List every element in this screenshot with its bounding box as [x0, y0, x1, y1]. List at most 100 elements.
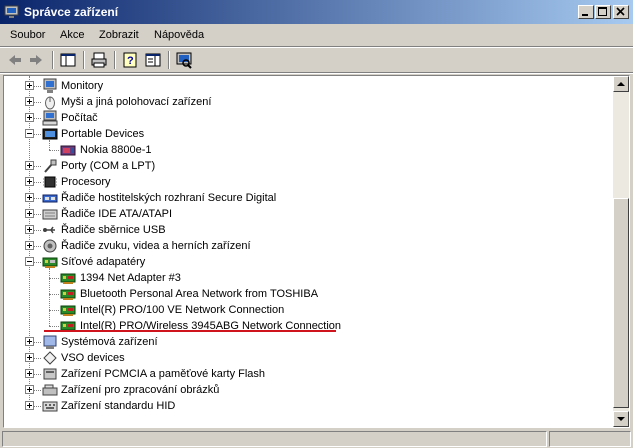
expand-icon[interactable] — [25, 385, 34, 394]
scroll-thumb[interactable] — [613, 198, 629, 408]
tree-item-label: Portable Devices — [61, 128, 145, 140]
tree-item-label: Zařízení standardu HID — [61, 400, 176, 412]
tree-item-label: Počítač — [61, 112, 98, 124]
print-icon[interactable] — [90, 51, 108, 69]
maximize-button[interactable] — [595, 5, 611, 19]
tree-connector — [33, 134, 41, 135]
expand-icon[interactable] — [25, 193, 34, 202]
tree-category[interactable]: Řadiče hostitelských rozhraní Secure Dig… — [4, 190, 614, 206]
tree-category[interactable]: Portable Devices — [4, 126, 614, 142]
tree-connector — [33, 262, 41, 263]
pcmcia-icon — [43, 368, 57, 380]
expand-icon[interactable] — [25, 369, 34, 378]
tree-connector — [33, 406, 41, 407]
window-title: Správce zařízení — [24, 5, 119, 19]
tree-category[interactable]: VSO devices — [4, 350, 614, 366]
tree-item-label: Systémová zařízení — [61, 336, 158, 348]
tree-connector — [49, 268, 50, 326]
tree-category[interactable]: Řadiče IDE ATA/ATAPI — [4, 206, 614, 222]
tree-connector — [33, 246, 41, 247]
tree-item-label: Řadiče sběrnice USB — [61, 224, 166, 236]
collapse-icon[interactable] — [25, 129, 34, 138]
expand-icon[interactable] — [25, 209, 34, 218]
help-icon[interactable]: ? — [121, 51, 139, 69]
minimize-button[interactable] — [578, 5, 594, 19]
expand-icon[interactable] — [25, 161, 34, 170]
tree-connector — [33, 390, 41, 391]
tree-item-label: Bluetooth Personal Area Network from TOS… — [80, 288, 319, 300]
tree-category[interactable]: Procesory — [4, 174, 614, 190]
expand-icon[interactable] — [25, 401, 34, 410]
tree-category[interactable]: Zařízení PCMCIA a paměťové karty Flash — [4, 366, 614, 382]
expand-icon[interactable] — [25, 97, 34, 106]
vertical-scrollbar[interactable] — [613, 76, 629, 427]
tree-connector — [49, 310, 59, 311]
tree-item-label: 1394 Net Adapter #3 — [80, 272, 181, 284]
back-arrow-icon[interactable] — [6, 51, 24, 69]
processor-icon — [43, 176, 57, 188]
expand-icon[interactable] — [25, 225, 34, 234]
expand-icon[interactable] — [25, 337, 34, 346]
expand-icon[interactable] — [25, 353, 34, 362]
tree-item-label: VSO devices — [61, 352, 125, 364]
tree-category[interactable]: Zařízení pro zpracování obrázků — [4, 382, 614, 398]
properties-icon[interactable] — [144, 51, 162, 69]
tree-connector — [49, 150, 59, 151]
tree-item-label: Nokia 8800e-1 — [80, 144, 152, 156]
menu-bar: Soubor Akce Zobrazit Nápověda — [0, 25, 633, 46]
monitor-icon — [43, 78, 57, 93]
tree-category[interactable]: Monitory — [4, 78, 614, 94]
imaging-device-icon — [42, 384, 58, 396]
close-button[interactable] — [613, 5, 629, 19]
expand-icon[interactable] — [25, 177, 34, 186]
tree-item-label: Myši a jiná polohovací zařízení — [61, 96, 212, 108]
scroll-down-button[interactable] — [613, 411, 629, 427]
status-bar — [0, 429, 633, 448]
show-hide-tree-icon[interactable] — [59, 51, 77, 69]
scan-hardware-icon[interactable] — [175, 51, 193, 69]
collapse-icon[interactable] — [25, 257, 34, 266]
ide-controller-icon — [42, 209, 58, 220]
expand-icon[interactable] — [25, 113, 34, 122]
tree-item-label: Zařízení PCMCIA a paměťové karty Flash — [61, 368, 266, 380]
highlight-underline — [44, 330, 336, 332]
menu-zobrazit[interactable]: Zobrazit — [99, 29, 139, 41]
sd-controller-icon — [42, 194, 58, 203]
tree-connector — [49, 326, 59, 327]
device-tree[interactable]: Monitory Myši a jiná polohovací zařízení P… — [3, 75, 630, 428]
network-adapter-icon — [42, 257, 58, 268]
tree-category[interactable]: Počítač — [4, 110, 614, 126]
menu-akce[interactable]: Akce — [60, 29, 84, 41]
tree-device[interactable]: 1394 Net Adapter #3 — [4, 270, 614, 286]
scroll-up-button[interactable] — [613, 76, 629, 92]
menu-napoveda[interactable]: Nápověda — [154, 29, 204, 41]
expand-icon[interactable] — [25, 241, 34, 250]
toolbar-separator — [168, 51, 170, 69]
tree-device[interactable]: Intel(R) PRO/100 VE Network Connection — [4, 302, 614, 318]
tree-category[interactable]: Porty (COM a LPT) — [4, 158, 614, 174]
title-bar[interactable]: Správce zařízení — [0, 0, 633, 24]
tree-device[interactable]: Bluetooth Personal Area Network from TOS… — [4, 286, 614, 302]
tree-category[interactable]: Řadiče zvuku, videa a herních zařízení — [4, 238, 614, 254]
tree-device[interactable]: Nokia 8800e-1 — [4, 142, 614, 158]
tree-category[interactable]: Síťové adapatéry — [4, 254, 614, 270]
tree-category[interactable]: Řadiče sběrnice USB — [4, 222, 614, 238]
tree-connector — [33, 214, 41, 215]
portable-device-icon — [42, 128, 58, 140]
tree-connector — [33, 118, 41, 119]
tree-category[interactable]: Myši a jiná polohovací zařízení — [4, 94, 614, 110]
expand-icon[interactable] — [25, 81, 34, 90]
tree-category[interactable]: Systémová zařízení — [4, 334, 614, 350]
toolbar-separator — [83, 51, 85, 69]
arrow-up-icon — [617, 82, 625, 86]
tree-connector — [49, 294, 59, 295]
menu-soubor[interactable]: Soubor — [10, 29, 45, 41]
forward-arrow-icon[interactable] — [27, 51, 45, 69]
tree-connector — [33, 182, 41, 183]
tree-item-label: Monitory — [61, 80, 104, 92]
tree-item-label: Procesory — [61, 176, 111, 188]
hid-icon — [42, 401, 58, 412]
tree-connector — [33, 342, 41, 343]
tree-category[interactable]: Zařízení standardu HID — [4, 398, 614, 414]
tree-connector — [33, 374, 41, 375]
